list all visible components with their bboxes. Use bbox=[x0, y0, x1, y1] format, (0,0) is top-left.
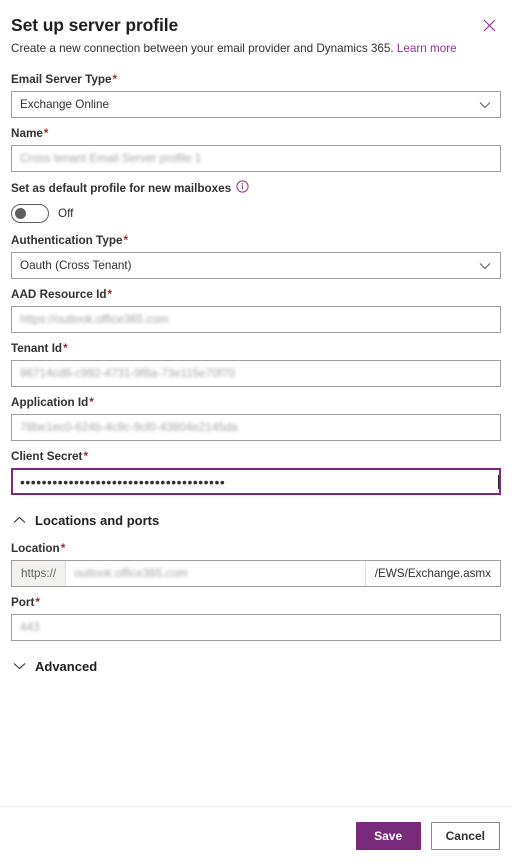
authentication-type-select[interactable]: Oauth (Cross Tenant) bbox=[11, 252, 501, 279]
name-placeholder: Cross tenant Email Server profile 1 bbox=[20, 152, 202, 165]
port-placeholder: 443 bbox=[20, 621, 40, 634]
field-authentication-type: Authentication Type* Oauth (Cross Tenant… bbox=[11, 233, 501, 279]
email-server-type-value: Exchange Online bbox=[20, 98, 110, 111]
field-tenant-id: Tenant Id* 96714cd6-c992-4731-9f8a-73e11… bbox=[11, 341, 501, 387]
authentication-type-value: Oauth (Cross Tenant) bbox=[20, 259, 132, 272]
authentication-type-label: Authentication Type* bbox=[11, 234, 129, 247]
email-server-type-label: Email Server Type* bbox=[11, 73, 118, 86]
dialog-header: Set up server profile Create a new conne… bbox=[0, 0, 512, 57]
chevron-down-icon bbox=[470, 262, 500, 270]
dialog-body: Email Server Type* Exchange Online Name*… bbox=[0, 57, 512, 806]
client-secret-value: •••••••••••••••••••••••••••••••••••••• bbox=[20, 474, 226, 489]
toggle-state-label: Off bbox=[58, 207, 74, 220]
tenant-id-input[interactable]: 96714cd6-c992-4731-9f8a-73e115e70f70 bbox=[11, 360, 501, 387]
location-suffix: /EWS/Exchange.asmx bbox=[364, 561, 500, 586]
server-profile-dialog: Set up server profile Create a new conne… bbox=[0, 0, 512, 864]
info-icon[interactable] bbox=[236, 180, 249, 198]
default-profile-toggle-row: Off bbox=[11, 204, 501, 223]
text-caret bbox=[498, 474, 499, 489]
application-id-input[interactable]: 78be1ec0-624b-4c9c-9cf0-43804e2145da bbox=[11, 414, 501, 441]
dialog-subtitle-text: Create a new connection between your ema… bbox=[11, 42, 394, 55]
port-label: Port* bbox=[11, 596, 40, 609]
learn-more-link[interactable]: Learn more bbox=[397, 42, 457, 55]
aad-resource-id-input[interactable]: https://outlook.office365.com bbox=[11, 306, 501, 333]
field-name: Name* Cross tenant Email Server profile … bbox=[11, 126, 501, 172]
chevron-up-icon bbox=[13, 511, 26, 529]
client-secret-label: Client Secret* bbox=[11, 450, 89, 463]
field-aad-resource-id: AAD Resource Id* https://outlook.office3… bbox=[11, 287, 501, 333]
location-prefix: https:// bbox=[12, 561, 67, 586]
location-placeholder: outlook.office365.com bbox=[74, 567, 188, 580]
toggle-knob bbox=[15, 208, 26, 219]
default-profile-label: Set as default profile for new mailboxes bbox=[11, 180, 501, 198]
aad-resource-id-label: AAD Resource Id* bbox=[11, 288, 113, 301]
chevron-down-icon bbox=[13, 657, 26, 675]
section-advanced[interactable]: Advanced bbox=[13, 657, 501, 675]
name-input[interactable]: Cross tenant Email Server profile 1 bbox=[11, 145, 501, 172]
field-email-server-type: Email Server Type* Exchange Online bbox=[11, 72, 501, 118]
section-locations-and-ports[interactable]: Locations and ports bbox=[13, 511, 501, 529]
save-button[interactable]: Save bbox=[355, 821, 421, 850]
field-location: Location* https:// outlook.office365.com… bbox=[11, 541, 501, 587]
application-id-placeholder: 78be1ec0-624b-4c9c-9cf0-43804e2145da bbox=[20, 421, 238, 434]
dialog-footer: Save Cancel bbox=[0, 806, 512, 864]
dialog-subtitle: Create a new connection between your ema… bbox=[11, 41, 500, 57]
application-id-label: Application Id* bbox=[11, 396, 94, 409]
chevron-down-icon bbox=[470, 101, 500, 109]
port-input[interactable]: 443 bbox=[11, 614, 501, 641]
location-label: Location* bbox=[11, 542, 66, 555]
close-icon bbox=[483, 19, 496, 32]
close-button[interactable] bbox=[476, 12, 502, 38]
email-server-type-select[interactable]: Exchange Online bbox=[11, 91, 501, 118]
cancel-button[interactable]: Cancel bbox=[430, 821, 500, 850]
field-port: Port* 443 bbox=[11, 595, 501, 641]
aad-resource-id-placeholder: https://outlook.office365.com bbox=[20, 313, 169, 326]
default-profile-toggle[interactable] bbox=[11, 204, 49, 223]
name-label: Name* bbox=[11, 127, 49, 140]
location-input[interactable]: https:// outlook.office365.com /EWS/Exch… bbox=[11, 560, 501, 587]
tenant-id-placeholder: 96714cd6-c992-4731-9f8a-73e115e70f70 bbox=[20, 367, 235, 380]
advanced-label: Advanced bbox=[35, 658, 98, 674]
field-application-id: Application Id* 78be1ec0-624b-4c9c-9cf0-… bbox=[11, 395, 501, 441]
page-title: Set up server profile bbox=[11, 15, 179, 35]
tenant-id-label: Tenant Id* bbox=[11, 342, 68, 355]
field-client-secret: Client Secret* •••••••••••••••••••••••••… bbox=[11, 449, 501, 495]
locations-and-ports-label: Locations and ports bbox=[35, 512, 160, 528]
client-secret-input[interactable]: •••••••••••••••••••••••••••••••••••••• bbox=[11, 468, 501, 495]
field-default-profile: Set as default profile for new mailboxes… bbox=[11, 180, 501, 223]
